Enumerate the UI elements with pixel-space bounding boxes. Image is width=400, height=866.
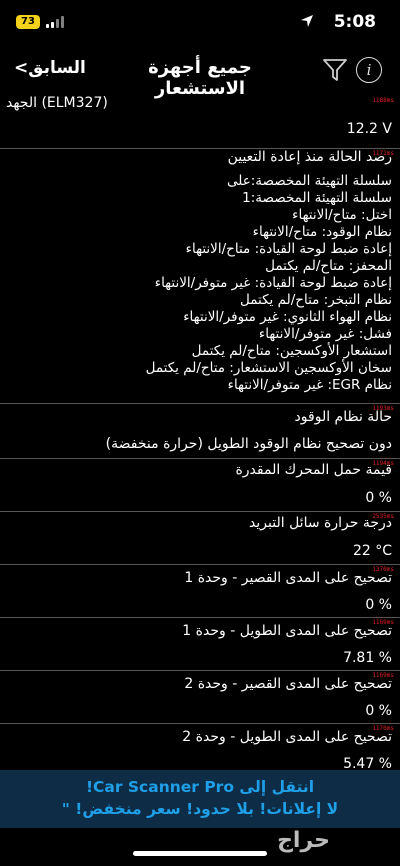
sensor-value: 22 °C: [352, 543, 392, 559]
monitor-line: إعادة ضبط لوحة القيادة: متاح/الانتهاء: [185, 241, 392, 257]
sensor-value: 0 %: [365, 597, 392, 613]
sensor-value: 0 %: [365, 490, 392, 506]
page-title: جميع أجهزة الاستشعار: [148, 57, 252, 99]
sensor-row-voltage[interactable]: الجهد (ELM327) 1188ms 12.2 V: [0, 96, 400, 149]
monitor-line: نظام الوقود: متاح/الانتهاء: [252, 224, 392, 240]
back-button[interactable]: <السابق: [14, 58, 86, 78]
sensor-row-coolant-temp[interactable]: 2535ms درجة حرارة سائل التبريد 22 °C: [0, 512, 400, 565]
sensor-label: تصحيح على المدى القصير - وحدة 2: [184, 676, 392, 692]
status-bar: 73 5:08: [0, 0, 400, 44]
location-arrow-icon: [301, 15, 313, 27]
sensor-row-long-term-trim-bank2[interactable]: 1170ms تصحيح على المدى الطويل - وحدة 2 5…: [0, 724, 400, 770]
battery-indicator: 73: [16, 15, 40, 29]
watermark-logo: حراج: [277, 828, 330, 853]
monitor-line: سلسلة التهيئة المخصصة:1: [242, 190, 392, 206]
sensor-row-short-term-trim-bank2[interactable]: 1169ms تصحيح على المدى القصير - وحدة 2 0…: [0, 671, 400, 724]
monitor-line: نظام التبخر: متاح/لم يكتمل: [240, 292, 392, 308]
sensor-label: تصحيح على المدى الطويل - وحدة 2: [182, 729, 392, 745]
banner-headline: انتقل إلى Car Scanner Pro!: [85, 778, 315, 796]
sensor-label: الجهد (ELM327): [6, 96, 108, 111]
monitor-line: اختل: متاح/الانتهاء: [292, 207, 392, 223]
sensor-row-engine-load[interactable]: 1194ms قيمة حمل المحرك المقدرة 0 %: [0, 459, 400, 512]
sensor-label: تصحيح على المدى الطويل - وحدة 1: [182, 623, 392, 639]
monitor-line: سلسلة التهيئة المخصصة:على: [226, 173, 392, 189]
sensor-value: 7.81 %: [343, 650, 392, 666]
sensor-row-fuel-system-status[interactable]: 1193ms حالة نظام الوقود دون تصحيح نظام ا…: [0, 404, 400, 459]
bottom-area: حراج: [0, 828, 400, 866]
sensor-value: دون تصحيح نظام الوقود الطويل (حرارة منخف…: [105, 436, 392, 452]
monitor-line: فشل: غير متوفر/الانتهاء: [258, 326, 392, 342]
signal-icon: [46, 16, 64, 28]
sensor-label: رصد الحالة منذ إعادة التعيين: [227, 149, 392, 165]
sensor-row-monitor-status[interactable]: 1171ms رصد الحالة منذ إعادة التعيين سلسل…: [0, 149, 400, 404]
nav-bar: <السابق جميع أجهزة الاستشعار i: [0, 44, 400, 99]
sensor-label: تصحيح على المدى القصير - وحدة 1: [184, 570, 392, 586]
response-time: 1188ms: [372, 97, 394, 104]
monitor-line: نظام EGR: غير متوفر/الانتهاء: [227, 377, 392, 393]
sensor-list[interactable]: الجهد (ELM327) 1188ms 12.2 V 1171ms رصد …: [0, 96, 400, 770]
clock: 5:08: [333, 12, 376, 32]
upgrade-ad-banner[interactable]: انتقل إلى Car Scanner Pro! لا إعلانات! ب…: [0, 770, 400, 828]
home-indicator[interactable]: [133, 851, 267, 856]
sensor-value: 5.47 %: [343, 756, 392, 770]
sensor-value: 0 %: [365, 703, 392, 719]
filter-icon[interactable]: [322, 58, 348, 82]
info-icon[interactable]: i: [356, 57, 382, 83]
sensor-label: قيمة حمل المحرك المقدرة: [235, 462, 392, 478]
monitor-line: المحفز: متاح/لم يكتمل: [265, 258, 392, 274]
sensor-label: درجة حرارة سائل التبريد: [249, 515, 392, 531]
monitor-line: إعادة ضبط لوحة القيادة: غير متوفر/الانته…: [154, 275, 392, 291]
sensor-label: حالة نظام الوقود: [294, 409, 392, 425]
banner-subline: لا إعلانات! بلا حدود! سعر منخفض! ": [61, 800, 339, 818]
monitor-line: نظام الهواء الثانوي: غير متوفر/الانتهاء: [183, 309, 392, 325]
monitor-line: سخان الأوكسجين الاستشعار: متاح/لم يكتمل: [145, 360, 392, 376]
sensor-row-long-term-trim-bank1[interactable]: 1169ms تصحيح على المدى الطويل - وحدة 1 7…: [0, 618, 400, 671]
monitor-status-lines: سلسلة التهيئة المخصصة:على سلسلة التهيئة …: [0, 173, 400, 394]
monitor-line: استشعار الأوكسجين: متاح/لم يكتمل: [191, 343, 392, 359]
sensor-value: 12.2 V: [346, 121, 392, 137]
sensor-row-short-term-trim-bank1[interactable]: 1370ms تصحيح على المدى القصير - وحدة 1 0…: [0, 565, 400, 618]
